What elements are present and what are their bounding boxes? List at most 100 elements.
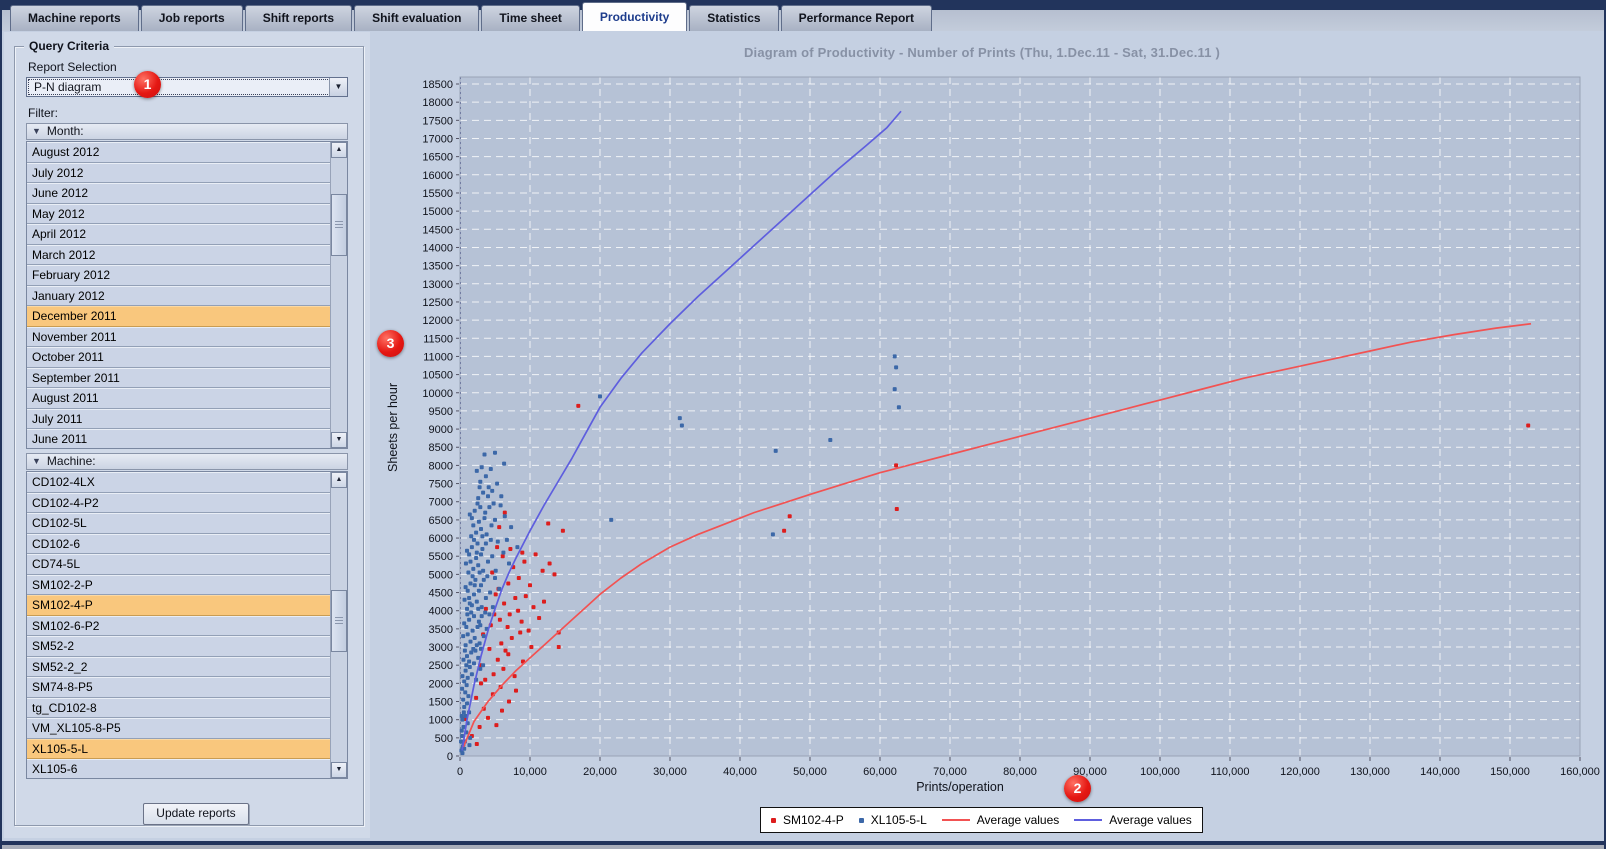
report-selection-dropdown[interactable]: P-N diagram ▼ [26, 77, 348, 97]
chart-legend: SM102-4-P XL105-5-L Average values Average … [760, 807, 1203, 833]
tab-shift-reports[interactable]: Shift reports [244, 5, 353, 31]
legend-label: Average values [976, 813, 1060, 827]
annotation-badge-2: 2 [1064, 775, 1091, 802]
collapse-icon: ▼ [32, 126, 41, 136]
svg-text:10500: 10500 [422, 370, 453, 382]
svg-text:40,000: 40,000 [723, 766, 757, 778]
list-item[interactable]: January 2012 [27, 285, 330, 307]
scroll-down-icon[interactable]: ▼ [331, 762, 347, 778]
svg-text:160,000: 160,000 [1560, 766, 1600, 778]
list-item[interactable]: VM_XL105-8-P5 [27, 718, 330, 739]
svg-text:4500: 4500 [429, 588, 453, 600]
svg-text:11500: 11500 [423, 333, 453, 345]
svg-text:20,000: 20,000 [583, 766, 617, 778]
list-item[interactable]: CD102-4-P2 [27, 492, 330, 514]
scroll-up-icon[interactable]: ▲ [331, 472, 347, 488]
month-scrollbar[interactable]: ▲ ▼ [330, 142, 347, 448]
month-header-label: Month: [46, 124, 84, 138]
annotation-badge-1: 1 [134, 71, 161, 98]
list-item[interactable]: XL105-5-L [27, 738, 330, 760]
query-criteria-title: Query Criteria [24, 39, 115, 53]
list-item[interactable]: June 2011 [27, 429, 330, 448]
list-item[interactable]: CD74-5L [27, 554, 330, 575]
tab-machine-reports[interactable]: Machine reports [10, 5, 139, 31]
tab-productivity[interactable]: Productivity [581, 2, 688, 31]
update-reports-button[interactable]: Update reports [143, 803, 249, 825]
svg-text:16500: 16500 [422, 152, 453, 164]
list-item[interactable]: SM52-2 [27, 636, 330, 657]
tab-shift-evaluation[interactable]: Shift evaluation [354, 5, 480, 31]
y-axis-ticks: 0 500 1000 1500 2000 2500 3000 3500 4000 4500 5000… [422, 79, 459, 763]
legend-item: SM102-4-P [771, 813, 844, 827]
svg-text:17000: 17000 [422, 133, 453, 145]
list-item[interactable]: August 2011 [27, 388, 330, 409]
list-item[interactable]: tg_CD102-8 [27, 697, 330, 719]
svg-text:12000: 12000 [422, 315, 453, 327]
tab-statistics[interactable]: Statistics [689, 5, 779, 31]
list-item[interactable]: April 2012 [27, 224, 330, 245]
list-item[interactable]: SM102-6-P2 [27, 615, 330, 637]
dropdown-arrow-icon[interactable]: ▼ [329, 78, 347, 96]
machine-rows: CD102-4LX CD102-4-P2 CD102-5L CD102-6 CD74-5… [27, 472, 330, 778]
list-item[interactable]: December 2011 [27, 306, 330, 327]
month-scroll-thumb[interactable] [331, 194, 347, 256]
report-selection-label: Report Selection [28, 60, 117, 74]
list-item[interactable]: May 2012 [27, 203, 330, 225]
svg-text:2500: 2500 [429, 660, 453, 672]
legend-item: XL105-5-L [858, 813, 927, 827]
chart-title: Diagram of Productivity - Number of Prin… [743, 45, 1221, 60]
svg-text:15000: 15000 [422, 206, 453, 218]
svg-text:0: 0 [457, 766, 463, 778]
x-axis-title: Prints/operation [916, 780, 1004, 794]
list-item[interactable]: August 2012 [27, 142, 330, 163]
tab-job-reports[interactable]: Job reports [140, 5, 243, 31]
query-criteria-panel: Query Criteria Report Selection P-N diag… [4, 32, 370, 838]
legend-square-icon [858, 817, 864, 823]
list-item[interactable]: SM102-2-P [27, 574, 330, 596]
legend-label: XL105-5-L [870, 813, 927, 827]
application-window: Machine reports Job reports Shift reports S… [0, 0, 1606, 849]
filter-label: Filter: [28, 106, 58, 120]
collapse-icon: ▼ [32, 456, 41, 466]
svg-text:18500: 18500 [422, 79, 453, 91]
machine-scroll-thumb[interactable] [331, 590, 347, 652]
main-content: Query Criteria Report Selection P-N diag… [2, 31, 1604, 838]
svg-text:500: 500 [435, 733, 453, 745]
scroll-up-icon[interactable]: ▲ [331, 142, 347, 158]
scroll-down-icon[interactable]: ▼ [331, 432, 347, 448]
list-item[interactable]: SM52-2_2 [27, 656, 330, 678]
svg-text:8500: 8500 [429, 442, 453, 454]
list-item[interactable]: November 2011 [27, 326, 330, 348]
svg-text:13500: 13500 [422, 261, 453, 273]
machine-section-header[interactable]: ▼ Machine: [26, 453, 348, 470]
list-item[interactable]: July 2011 [27, 408, 330, 430]
list-item[interactable]: SM74-8-P5 [27, 677, 330, 698]
tabs-container: Machine reports Job reports Shift reports S… [10, 2, 934, 31]
list-item[interactable]: February 2012 [27, 265, 330, 286]
svg-text:9500: 9500 [429, 406, 453, 418]
list-item[interactable]: June 2012 [27, 183, 330, 204]
svg-text:10000: 10000 [422, 388, 453, 400]
tab-bar: Machine reports Job reports Shift reports S… [2, 0, 1604, 31]
list-item[interactable]: March 2012 [27, 244, 330, 266]
list-item[interactable]: CD102-4LX [27, 472, 330, 493]
machine-scrollbar[interactable]: ▲ ▼ [330, 472, 347, 778]
list-item[interactable]: XL105-6 [27, 759, 330, 778]
month-section-header[interactable]: ▼ Month: [26, 123, 348, 140]
svg-text:11000: 11000 [423, 351, 453, 363]
svg-text:120,000: 120,000 [1280, 766, 1320, 778]
tab-performance-report[interactable]: Performance Report [780, 5, 932, 31]
svg-text:14000: 14000 [422, 242, 453, 254]
tab-time-sheet[interactable]: Time sheet [481, 5, 580, 31]
list-item[interactable]: September 2011 [27, 367, 330, 389]
svg-text:5500: 5500 [429, 551, 453, 563]
month-rows: August 2012 July 2012 June 2012 May 2012 Apr… [27, 142, 330, 448]
list-item[interactable]: SM102-4-P [27, 595, 330, 616]
svg-text:60,000: 60,000 [863, 766, 897, 778]
svg-text:7500: 7500 [429, 479, 453, 491]
list-item[interactable]: July 2012 [27, 162, 330, 184]
list-item[interactable]: CD102-6 [27, 533, 330, 555]
svg-text:13000: 13000 [422, 279, 453, 291]
list-item[interactable]: CD102-5L [27, 513, 330, 534]
list-item[interactable]: October 2011 [27, 347, 330, 368]
